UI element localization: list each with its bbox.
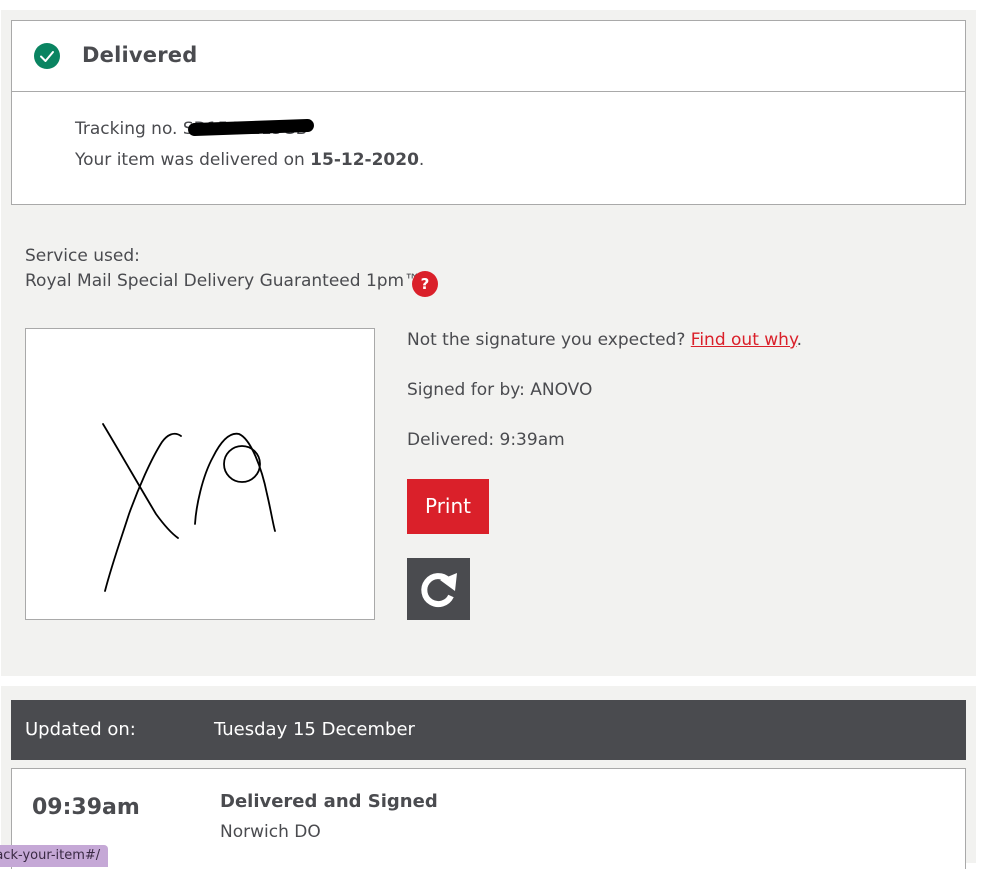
tracking-number-line: Tracking no. SD1541115GB — [75, 118, 315, 139]
signature-image — [25, 328, 375, 620]
delivered-date-line: Your item was delivered on 15-12-2020. — [75, 150, 425, 170]
tracking-number: SD1541115GB — [183, 118, 315, 139]
check-circle-icon — [34, 43, 60, 69]
event-time: 09:39am — [32, 795, 140, 820]
tracking-label: Tracking no. — [75, 119, 178, 139]
service-name: Royal Mail Special Delivery Guaranteed 1… — [25, 271, 422, 291]
find-out-why-link[interactable]: Find out why — [691, 330, 797, 350]
history-header: Updated on: Tuesday 15 December — [11, 700, 966, 760]
updated-on-date: Tuesday 15 December — [214, 719, 415, 740]
status-bar-url: rack-your-item#/ — [0, 845, 109, 867]
status-header: Delivered — [12, 21, 965, 92]
rotate-icon — [421, 573, 457, 608]
updated-on-label: Updated on: — [25, 719, 136, 740]
service-label: Service used: — [25, 246, 140, 266]
history-event-row: 09:39am Delivered and Signed Norwich DO — [11, 768, 966, 869]
event-location: Norwich DO — [220, 822, 321, 842]
delivered-time-text: Delivered: 9:39am — [407, 430, 565, 450]
signed-for-text: Signed for by: ANOVO — [407, 380, 593, 400]
help-icon[interactable]: ? — [412, 271, 438, 297]
status-title: Delivered — [82, 43, 198, 67]
delivered-date: 15-12-2020 — [310, 150, 419, 170]
event-title: Delivered and Signed — [220, 791, 438, 812]
signature-drawing — [102, 423, 276, 592]
rotate-signature-button[interactable] — [407, 558, 470, 620]
print-button[interactable]: Print — [407, 479, 489, 534]
status-card: Delivered Tracking no. SD1541115GB Your … — [11, 20, 966, 205]
signature-question: Not the signature you expected? Find out… — [407, 330, 802, 350]
